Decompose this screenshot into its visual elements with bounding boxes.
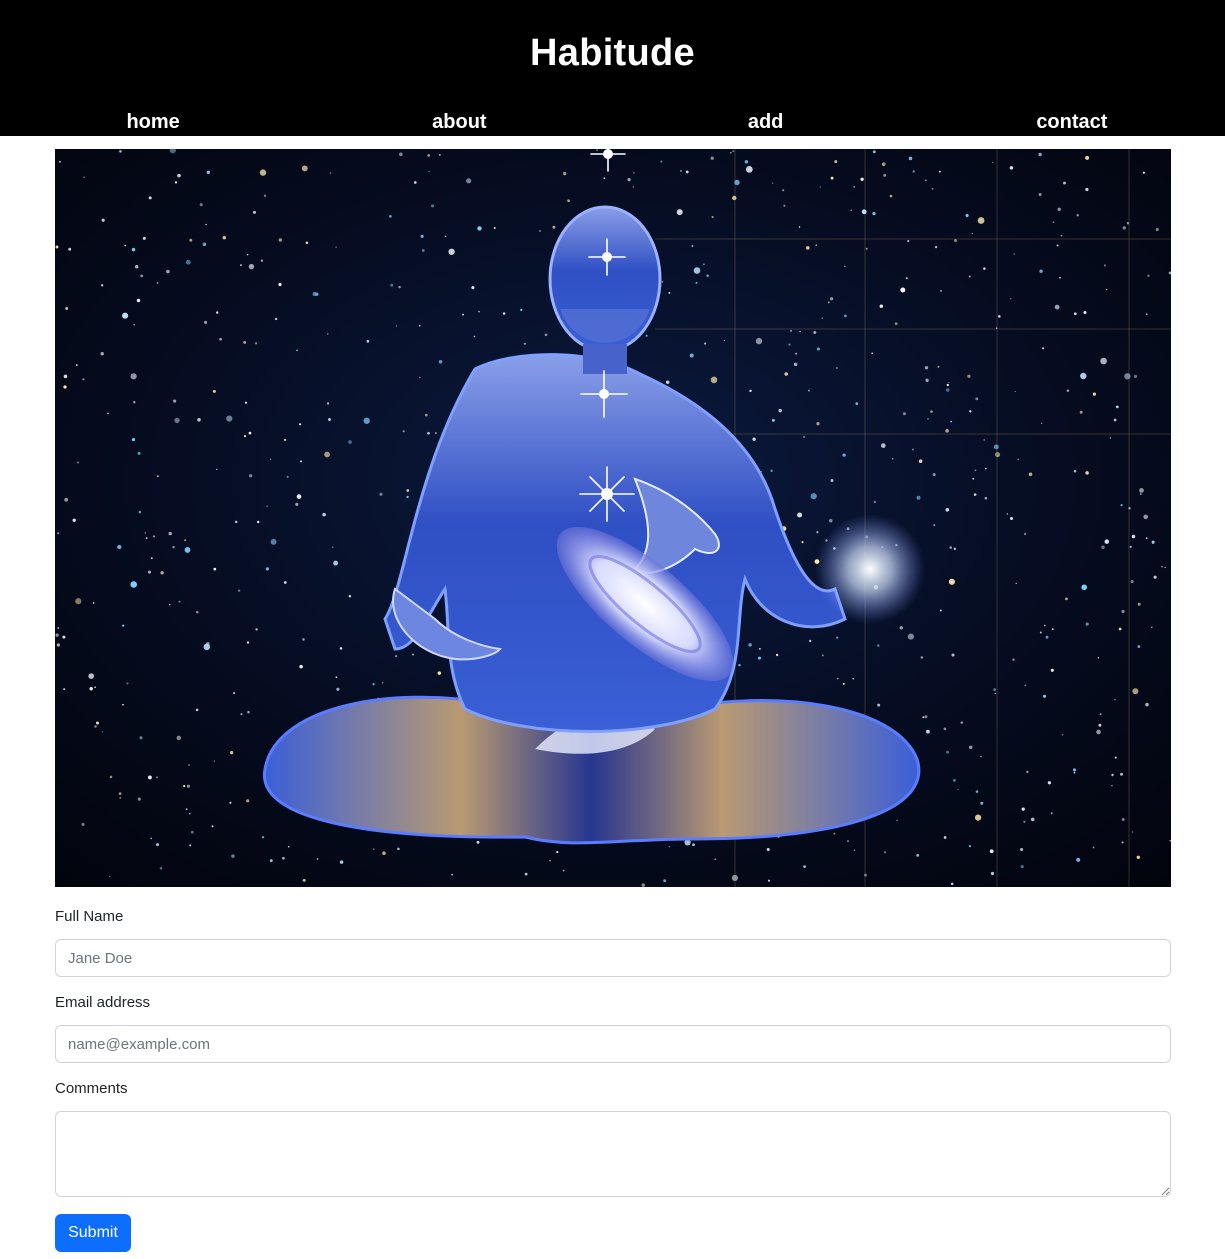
nav-link-contact[interactable]: contact <box>919 109 1225 136</box>
full-name-label: Full Name <box>55 908 124 925</box>
full-name-input[interactable] <box>55 939 1171 977</box>
nav-link-home[interactable]: home <box>0 109 306 136</box>
site-header: Habitude home about add contact <box>0 0 1225 136</box>
main-nav: home about add contact <box>0 109 1225 136</box>
email-input[interactable] <box>55 1025 1171 1063</box>
comments-textarea[interactable] <box>55 1111 1171 1197</box>
hero-image <box>55 149 1171 887</box>
nav-link-add[interactable]: add <box>613 109 919 136</box>
email-label: Email address <box>55 994 151 1011</box>
submit-button[interactable]: Submit <box>55 1214 131 1252</box>
site-title: Habitude <box>530 32 695 74</box>
nav-link-about[interactable]: about <box>306 109 612 136</box>
meditating-figure-among-stars-icon <box>55 149 1171 887</box>
comments-label: Comments <box>55 1080 128 1097</box>
